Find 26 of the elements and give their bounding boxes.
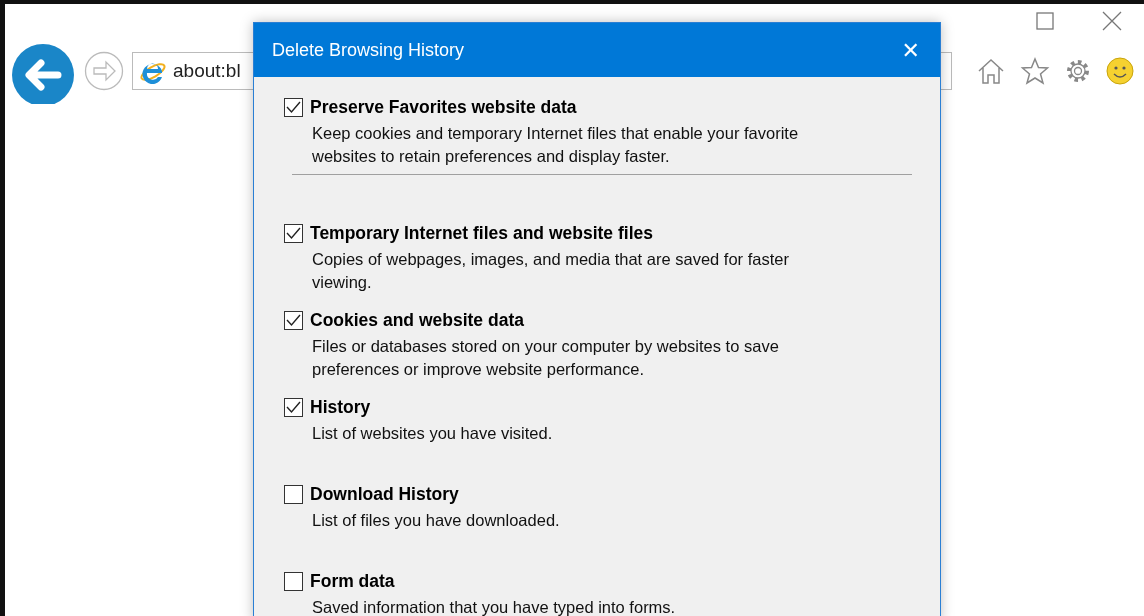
checkbox[interactable] xyxy=(284,224,303,243)
option-label: Download History xyxy=(310,484,459,505)
option-label: History xyxy=(310,397,371,418)
settings-icon[interactable] xyxy=(1064,57,1092,85)
close-button[interactable]: ✕ xyxy=(897,37,924,63)
option-description: List of files you have downloaded. xyxy=(312,510,561,531)
option-description: Saved information that you have typed into forms. xyxy=(312,597,677,616)
smiley-icon[interactable] xyxy=(1106,57,1134,85)
option-description: Files or databases stored on your computer by websites to save preferences or improve website performance. xyxy=(312,336,780,380)
back-button[interactable] xyxy=(10,42,76,104)
option-label: Cookies and website data xyxy=(310,310,524,331)
option-description: Copies of webpages, images, and media that are saved for faster viewing. xyxy=(312,249,790,293)
favorites-star-icon[interactable] xyxy=(1020,57,1050,85)
checkbox[interactable] xyxy=(284,485,303,504)
checkbox[interactable] xyxy=(284,572,303,591)
checkbox[interactable] xyxy=(284,98,303,117)
option-label: Preserve Favorites website data xyxy=(310,97,577,118)
close-icon[interactable] xyxy=(1102,11,1122,31)
checkbox[interactable] xyxy=(284,398,303,417)
option-description: List of websites you have visited. xyxy=(312,423,554,444)
option-description: Keep cookies and temporary Internet files that enable your favorite websites to retain preferences and display faster. xyxy=(312,123,800,167)
option-label: Temporary Internet files and website files xyxy=(310,223,653,244)
option-label: Form data xyxy=(310,571,395,592)
home-icon[interactable] xyxy=(976,57,1006,85)
checkbox[interactable] xyxy=(284,311,303,330)
dialog-title: Delete Browsing History xyxy=(272,39,465,61)
